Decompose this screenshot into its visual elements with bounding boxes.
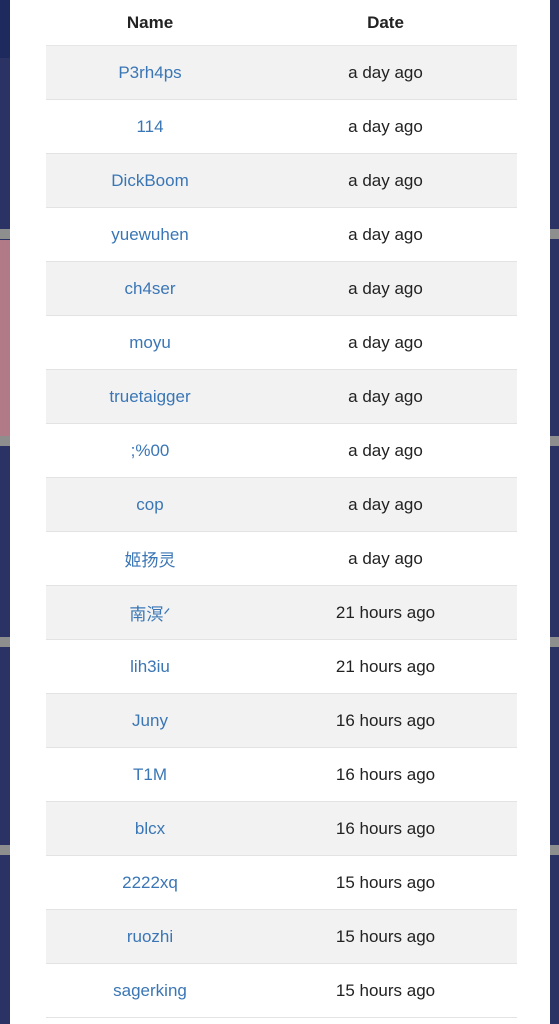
name-cell: ;%00	[46, 441, 254, 461]
name-cell: ruozhi	[46, 927, 254, 947]
date-cell: 15 hours ago	[335, 872, 436, 892]
user-link[interactable]: ch4ser	[124, 279, 175, 298]
date-cell: a day ago	[348, 386, 423, 406]
date-cell: a day ago	[348, 440, 423, 460]
date-cell: a day ago	[348, 332, 423, 352]
name-cell: 2222xq	[46, 873, 254, 893]
user-link[interactable]: moyu	[129, 333, 171, 352]
table-row: moyu a day ago	[46, 316, 517, 370]
date-cell: 21 hours ago	[335, 656, 436, 676]
name-cell: truetaigger	[46, 387, 254, 407]
solvers-modal: Name Date P3rh4ps a day ago 114 a day ago Di…	[10, 0, 550, 1024]
user-link[interactable]: DickBoom	[111, 171, 188, 190]
date-cell: 15 hours ago	[335, 980, 436, 1000]
table-row: ruozhi 15 hours ago	[46, 910, 517, 964]
table-row: ch4ser a day ago	[46, 262, 517, 316]
name-cell: moyu	[46, 333, 254, 353]
name-cell: 114	[46, 117, 254, 137]
date-cell: a day ago	[348, 62, 423, 82]
date-cell: a day ago	[348, 494, 423, 514]
table-row: P3rh4ps a day ago	[46, 46, 517, 100]
user-link[interactable]: cop	[136, 495, 163, 514]
name-cell: P3rh4ps	[46, 63, 254, 83]
user-link[interactable]: T1M	[133, 765, 167, 784]
name-cell: lih3iu	[46, 657, 254, 677]
date-cell: 21 hours ago	[335, 602, 436, 622]
table-row: T1M 16 hours ago	[46, 748, 517, 802]
name-cell: sagerking	[46, 981, 254, 1001]
user-link[interactable]: ruozhi	[127, 927, 173, 946]
table-row: 南溟ᐟ 21 hours ago	[46, 586, 517, 640]
table-row: yuewuhen a day ago	[46, 208, 517, 262]
column-header-date: Date	[367, 12, 404, 32]
user-link[interactable]: ;%00	[131, 441, 170, 460]
name-cell: DickBoom	[46, 171, 254, 191]
name-cell: 南溟ᐟ	[46, 600, 254, 625]
table-row: 114 a day ago	[46, 100, 517, 154]
date-cell: a day ago	[348, 548, 423, 568]
name-cell: cop	[46, 495, 254, 515]
name-cell: yuewuhen	[46, 225, 254, 245]
date-cell: a day ago	[348, 224, 423, 244]
date-cell: 16 hours ago	[335, 710, 436, 730]
date-cell: a day ago	[348, 170, 423, 190]
user-link[interactable]: blcx	[135, 819, 165, 838]
table-row: truetaigger a day ago	[46, 370, 517, 424]
table-header: Name Date	[46, 0, 517, 46]
date-cell: a day ago	[348, 278, 423, 298]
user-link[interactable]: yuewuhen	[111, 225, 189, 244]
user-link[interactable]: 姬扬灵	[125, 551, 176, 570]
table-row: 姬扬灵 a day ago	[46, 532, 517, 586]
name-cell: 姬扬灵	[46, 546, 254, 571]
user-link[interactable]: 114	[136, 117, 163, 136]
date-cell: 16 hours ago	[335, 764, 436, 784]
user-link[interactable]: lih3iu	[130, 657, 170, 676]
user-link[interactable]: P3rh4ps	[118, 63, 181, 82]
user-link[interactable]: sagerking	[113, 981, 187, 1000]
table-row: cop a day ago	[46, 478, 517, 532]
table-row: lih3iu 21 hours ago	[46, 640, 517, 694]
table-row: Juny 16 hours ago	[46, 694, 517, 748]
table-row: 2222xq 15 hours ago	[46, 856, 517, 910]
user-link[interactable]: Juny	[132, 711, 168, 730]
user-link[interactable]: truetaigger	[109, 387, 190, 406]
name-cell: blcx	[46, 819, 254, 839]
user-link[interactable]: 2222xq	[122, 873, 178, 892]
table-body: P3rh4ps a day ago 114 a day ago DickBoom a da…	[46, 46, 517, 1018]
column-header-name: Name	[126, 12, 174, 32]
date-cell: 16 hours ago	[335, 818, 436, 838]
table-row: ;%00 a day ago	[46, 424, 517, 478]
date-cell: a day ago	[348, 116, 423, 136]
table-row: DickBoom a day ago	[46, 154, 517, 208]
name-cell: ch4ser	[46, 279, 254, 299]
table-row: sagerking 15 hours ago	[46, 964, 517, 1018]
user-link[interactable]: 南溟ᐟ	[129, 605, 170, 624]
solvers-table: Name Date P3rh4ps a day ago 114 a day ago Di…	[46, 0, 517, 1018]
date-cell: 15 hours ago	[335, 926, 436, 946]
name-cell: T1M	[46, 765, 254, 785]
name-cell: Juny	[46, 711, 254, 731]
table-row: blcx 16 hours ago	[46, 802, 517, 856]
